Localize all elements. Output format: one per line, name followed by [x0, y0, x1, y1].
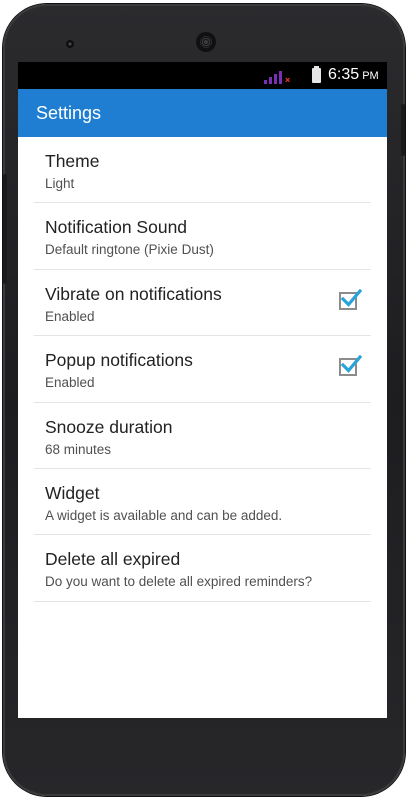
volume-button [3, 174, 7, 284]
screen: × 6:35 PM Settings Theme Light Notificat… [18, 62, 387, 718]
setting-summary: Enabled [45, 308, 95, 324]
setting-popup-notifications[interactable]: Popup notifications Enabled [34, 336, 371, 403]
no-data-icon: × [285, 75, 291, 85]
status-bar: × 6:35 PM [18, 62, 387, 89]
setting-summary: Light [45, 176, 75, 191]
signal-bars-icon: × [264, 70, 291, 85]
app-bar: Settings [18, 89, 387, 137]
setting-title: Snooze duration [45, 416, 173, 437]
setting-title: Notification Sound [45, 217, 188, 238]
setting-summary: Default ringtone (Pixie Dust) [45, 242, 214, 258]
setting-widget[interactable]: Widget A widget is available and can be … [34, 469, 371, 536]
setting-title: Vibrate on notifications [45, 283, 222, 304]
setting-vibrate[interactable]: Vibrate on notifications Enabled [34, 270, 371, 337]
checkmark-icon [340, 288, 362, 307]
battery-icon [312, 66, 321, 83]
page-title: Settings [36, 102, 102, 123]
setting-notification-sound[interactable]: Notification Sound Default ringtone (Pix… [34, 203, 371, 270]
setting-title: Widget [45, 482, 100, 503]
settings-list: Theme Light Notification Sound Default r… [18, 137, 387, 602]
setting-snooze-duration[interactable]: Snooze duration 68 minutes [34, 403, 371, 469]
setting-summary: Do you want to delete all expired remind… [45, 574, 313, 590]
setting-title: Delete all expired [45, 549, 181, 570]
status-clock: 6:35 PM [328, 66, 379, 83]
setting-title: Popup notifications [45, 350, 193, 371]
earpiece-speaker [196, 32, 216, 52]
front-camera [66, 40, 74, 48]
vibrate-checkbox[interactable] [339, 288, 362, 310]
setting-summary: Enabled [45, 375, 95, 391]
power-button [401, 104, 405, 156]
setting-delete-expired[interactable]: Delete all expired Do you want to delete… [34, 535, 371, 602]
checkmark-icon [340, 355, 362, 374]
setting-summary: A widget is available and can be added. [45, 507, 283, 523]
popup-checkbox[interactable] [339, 355, 362, 377]
setting-summary: 68 minutes [45, 441, 112, 457]
setting-theme[interactable]: Theme Light [34, 137, 371, 204]
setting-title: Theme [45, 151, 100, 171]
